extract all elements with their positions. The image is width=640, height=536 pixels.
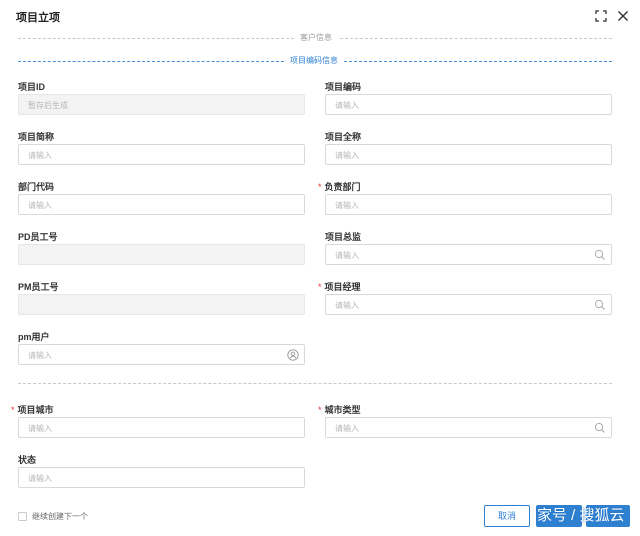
- project-code-input[interactable]: 请输入: [325, 94, 612, 115]
- project-short-name-placeholder: 请输入: [28, 151, 52, 160]
- pm-user-placeholder: 请输入: [28, 351, 52, 360]
- pd-employee-no-input: [18, 244, 305, 265]
- close-icon[interactable]: [616, 9, 630, 23]
- section-divider-customer: 客户信息: [18, 32, 612, 44]
- project-director-placeholder: 请输入: [335, 251, 359, 260]
- project-manager-label-text: 项目经理: [324, 282, 361, 292]
- project-manager-input[interactable]: 请输入: [325, 294, 612, 315]
- responsible-dept-label-text: 负责部门: [324, 182, 361, 192]
- divider-line: [18, 38, 294, 39]
- status-placeholder: 请输入: [28, 474, 52, 483]
- section-title-customer: 客户信息: [296, 32, 336, 44]
- project-full-name-placeholder: 请输入: [335, 151, 359, 160]
- user-icon[interactable]: [287, 349, 299, 361]
- city-type-input[interactable]: 请输入: [325, 417, 612, 438]
- dept-code-input[interactable]: 请输入: [18, 194, 305, 215]
- field-label-project-city: * 项目城市: [11, 403, 54, 416]
- dialog-header: 项目立项: [0, 0, 640, 32]
- responsible-dept-input[interactable]: 请输入: [325, 194, 612, 215]
- city-type-label-text: 城市类型: [324, 405, 361, 415]
- required-marker: *: [318, 282, 322, 292]
- project-manager-placeholder: 请输入: [335, 301, 359, 310]
- divider-line: [18, 61, 284, 62]
- project-code-placeholder: 请输入: [335, 101, 359, 110]
- field-label-pm-user: pm用户: [18, 332, 50, 342]
- field-label-project-manager: * 项目经理: [318, 280, 361, 293]
- project-city-label-text: 项目城市: [17, 405, 54, 415]
- project-city-placeholder: 请输入: [28, 424, 52, 433]
- city-type-placeholder: 请输入: [335, 424, 359, 433]
- field-label-project-code: 项目编码: [325, 82, 362, 92]
- search-icon[interactable]: [594, 299, 606, 311]
- status-input[interactable]: 请输入: [18, 467, 305, 488]
- field-label-city-type: * 城市类型: [318, 403, 361, 416]
- project-id-placeholder: 暂存后生成: [28, 101, 68, 110]
- save-button[interactable]: [586, 505, 630, 527]
- divider-line: [18, 383, 612, 384]
- field-label-dept-code: 部门代码: [18, 182, 55, 192]
- confirm-button[interactable]: [536, 505, 582, 527]
- dept-code-placeholder: 请输入: [28, 201, 52, 210]
- field-label-project-short-name: 项目简称: [18, 132, 55, 142]
- field-label-pm-employee-no: PM员工号: [18, 282, 59, 292]
- pm-employee-no-input: [18, 294, 305, 315]
- search-icon[interactable]: [594, 422, 606, 434]
- project-short-name-input[interactable]: 请输入: [18, 144, 305, 165]
- project-id-input: 暂存后生成: [18, 94, 305, 115]
- cancel-button[interactable]: 取消: [484, 505, 530, 527]
- field-label-project-director: 项目总监: [325, 232, 362, 242]
- divider-line: [340, 38, 612, 39]
- section-divider-city: [18, 377, 612, 389]
- section-divider-project-code: 项目编码信息: [18, 55, 612, 67]
- fullscreen-icon[interactable]: [594, 9, 608, 23]
- project-city-input[interactable]: 请输入: [18, 417, 305, 438]
- continue-create-label: 继续创建下一个: [32, 512, 88, 521]
- project-director-input[interactable]: 请输入: [325, 244, 612, 265]
- dialog-title: 项目立项: [16, 12, 60, 24]
- required-marker: *: [318, 405, 322, 415]
- field-label-project-id: 项目ID: [18, 82, 46, 92]
- continue-create-checkbox[interactable]: [18, 512, 27, 521]
- field-label-responsible-dept: * 负责部门: [318, 180, 361, 193]
- field-label-project-full-name: 项目全称: [325, 132, 362, 142]
- field-label-pd-employee-no: PD员工号: [18, 232, 58, 242]
- pm-user-input[interactable]: 请输入: [18, 344, 305, 365]
- divider-line: [344, 61, 612, 62]
- required-marker: *: [318, 182, 322, 192]
- required-marker: *: [11, 405, 15, 415]
- project-full-name-input[interactable]: 请输入: [325, 144, 612, 165]
- section-title-project-code: 项目编码信息: [286, 55, 342, 67]
- search-icon[interactable]: [594, 249, 606, 261]
- field-label-status: 状态: [18, 455, 37, 465]
- responsible-dept-placeholder: 请输入: [335, 201, 359, 210]
